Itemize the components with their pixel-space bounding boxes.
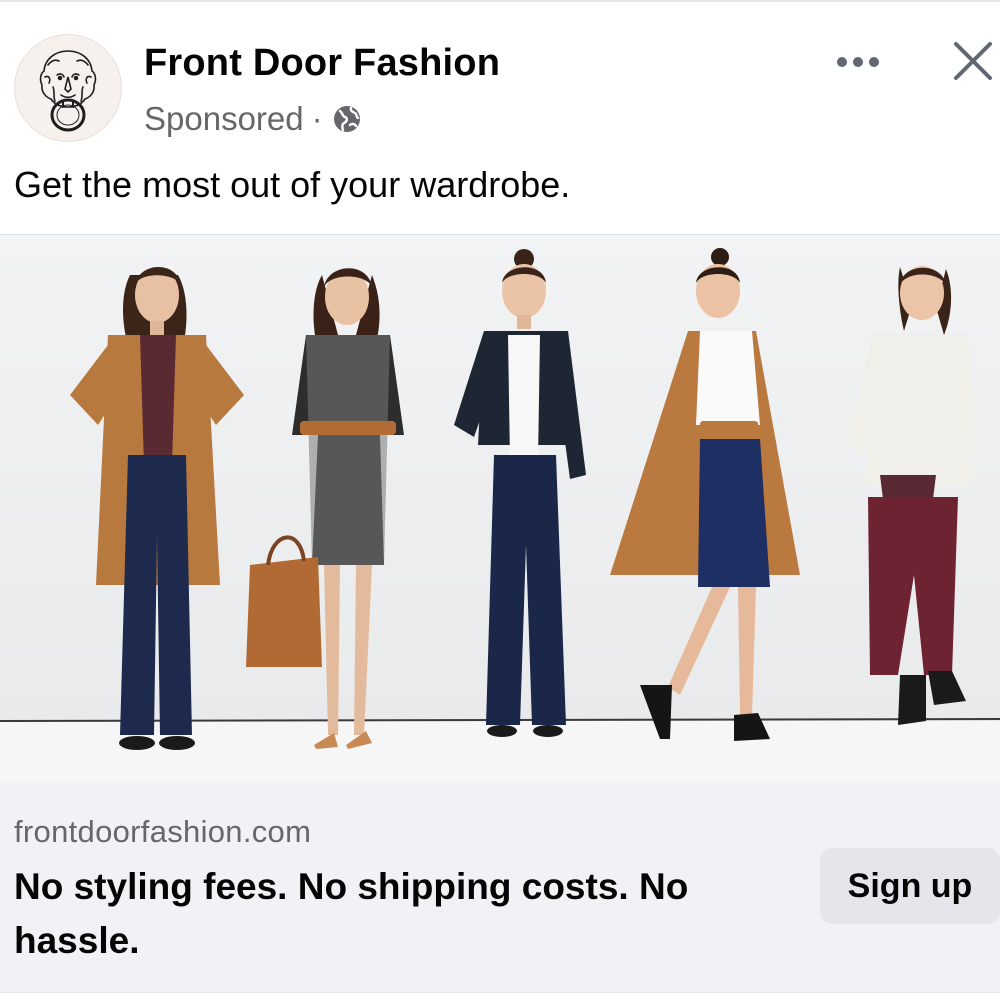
post-meta: Sponsored · xyxy=(144,100,363,138)
close-icon xyxy=(954,42,992,80)
sign-up-button[interactable]: Sign up xyxy=(820,848,1000,924)
meta-separator: · xyxy=(311,100,323,137)
close-button[interactable] xyxy=(950,38,996,84)
more-options-button[interactable] xyxy=(830,40,886,84)
more-horizontal-icon-dot xyxy=(853,57,863,67)
post-message: Get the most out of your wardrobe. xyxy=(14,164,571,205)
models-photo xyxy=(0,235,1000,783)
more-horizontal-icon xyxy=(837,57,847,67)
link-headline[interactable]: No styling fees. No shipping costs. No h… xyxy=(14,860,784,968)
page-name[interactable]: Front Door Fashion xyxy=(144,42,500,85)
lion-door-knocker-logo xyxy=(39,50,97,132)
sponsored-label[interactable]: Sponsored xyxy=(144,100,304,138)
ad-image[interactable] xyxy=(0,234,1000,783)
page-avatar[interactable] xyxy=(14,34,122,142)
globe-icon xyxy=(331,103,363,135)
post-header: Front Door Fashion Sponsored · xyxy=(0,0,1000,160)
more-horizontal-icon-dot xyxy=(869,57,879,67)
link-domain[interactable]: frontdoorfashion.com xyxy=(14,814,311,850)
